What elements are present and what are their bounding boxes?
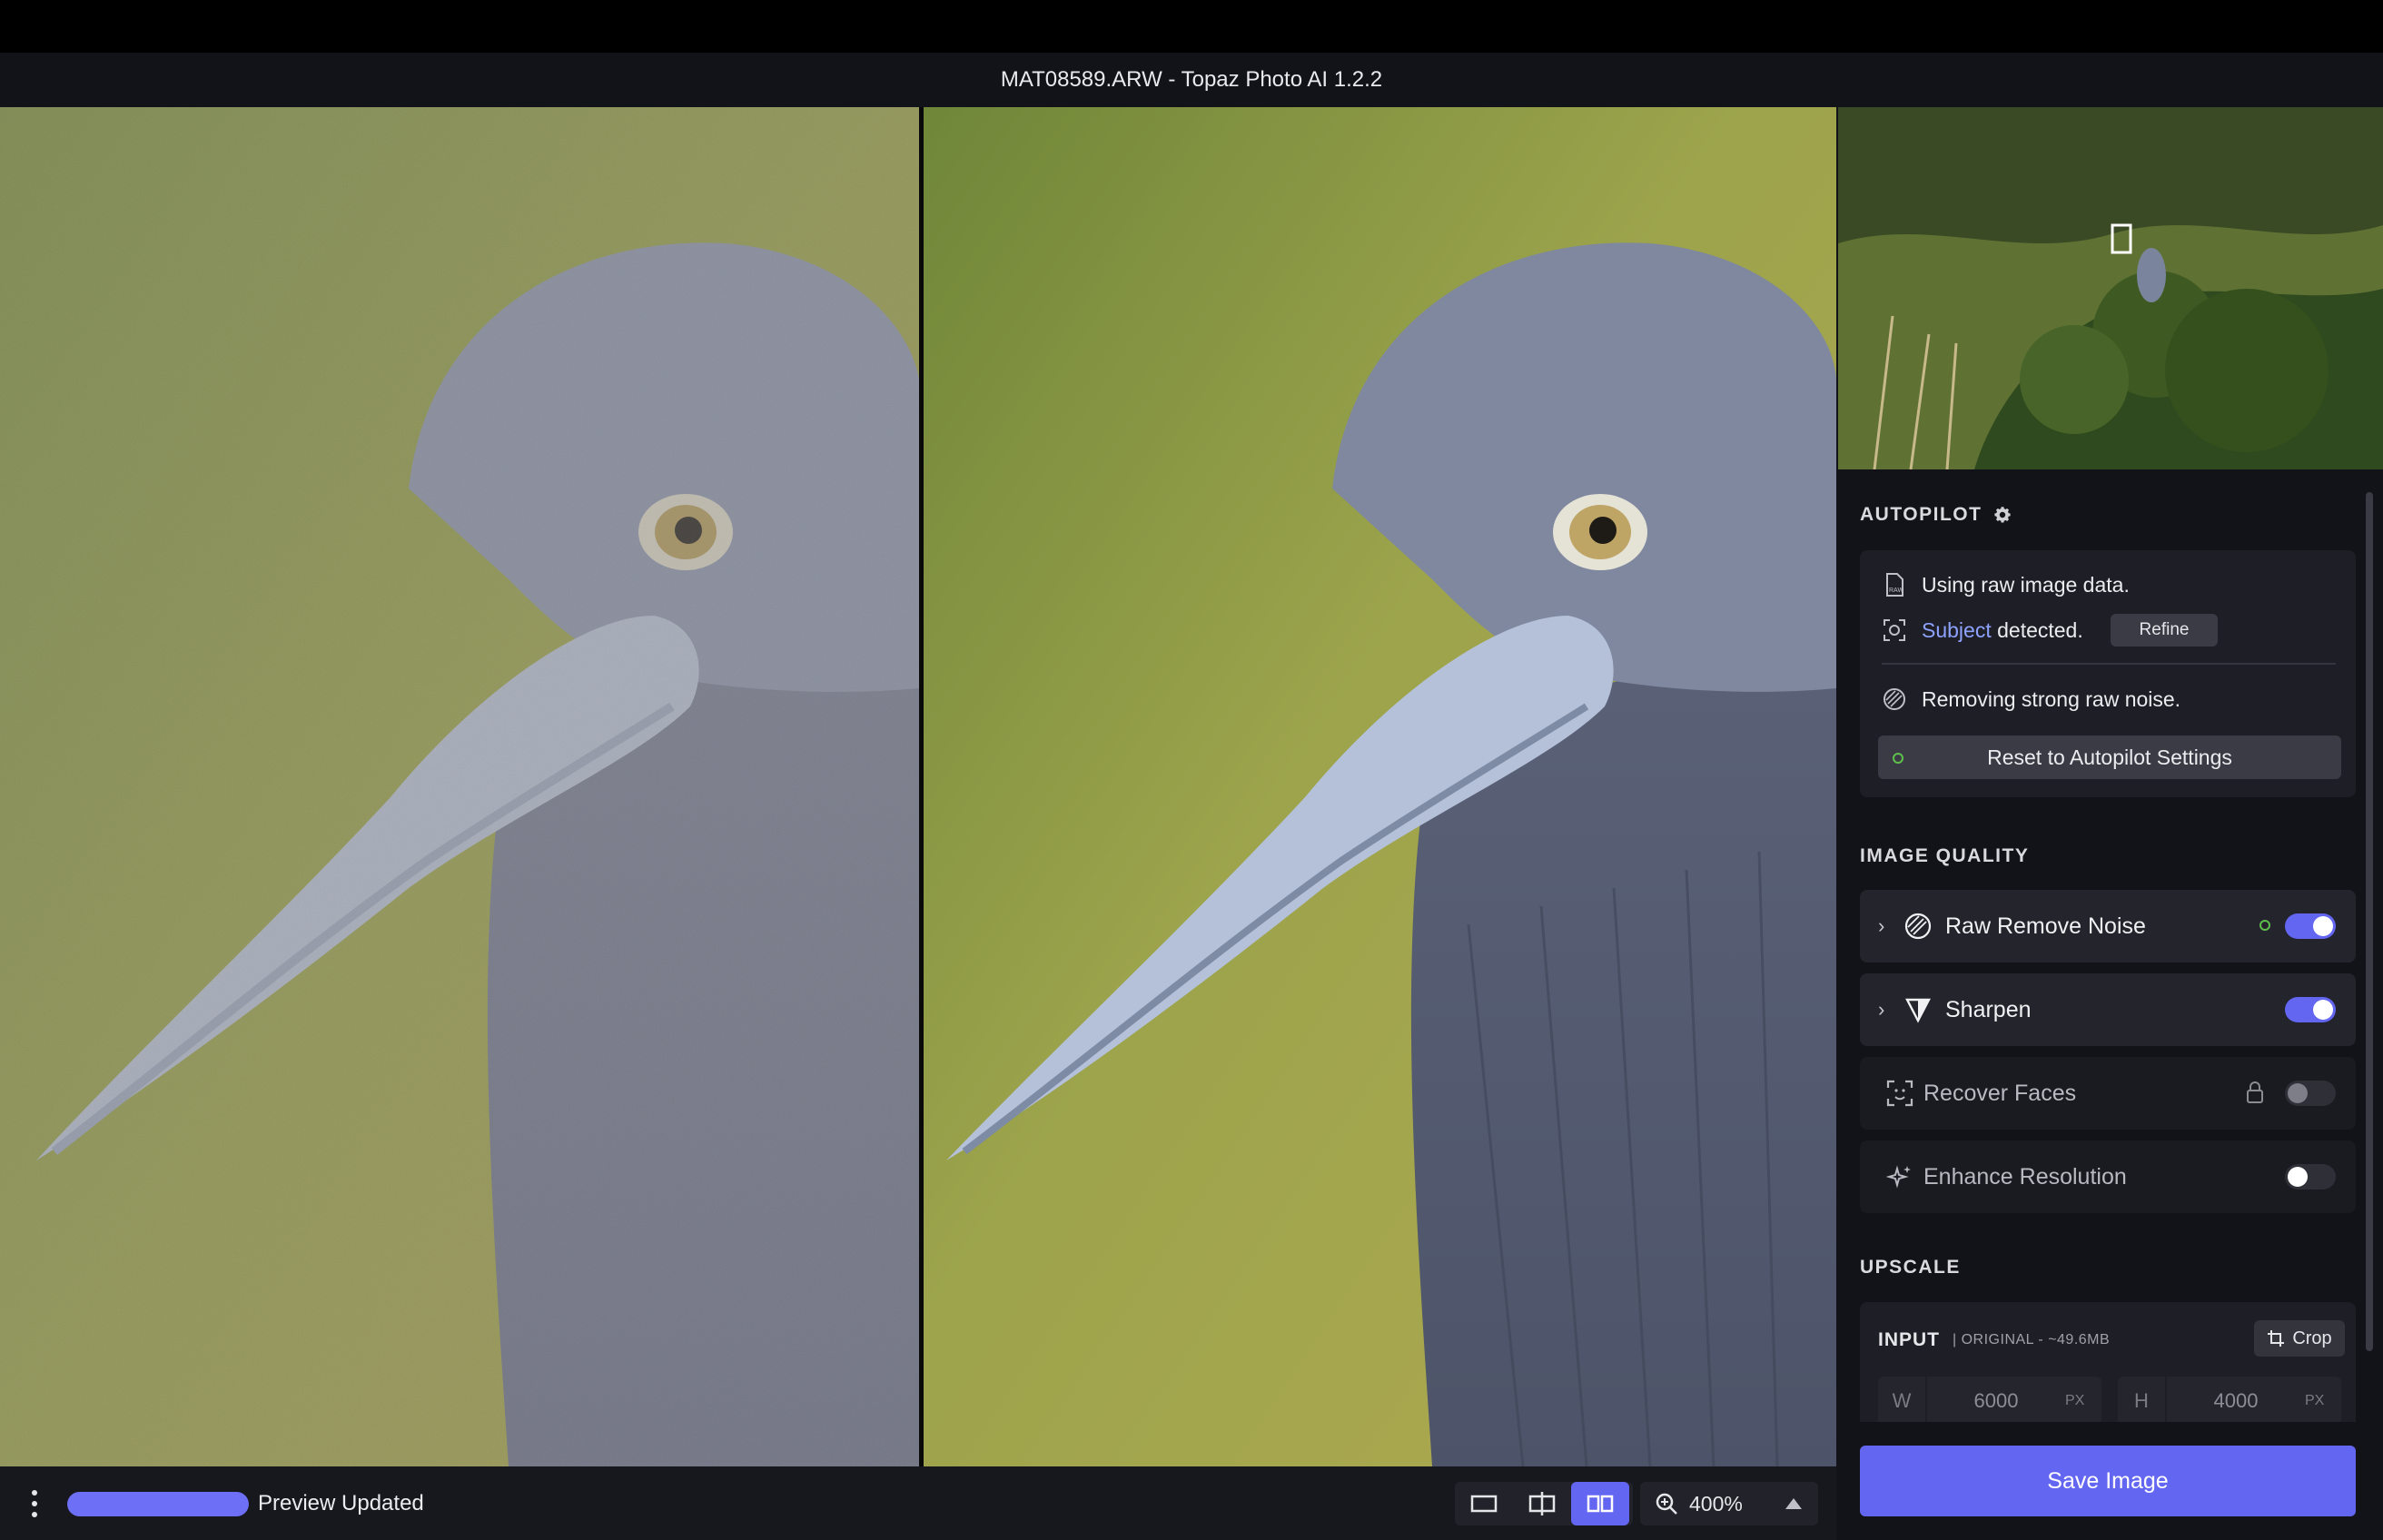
height-key: H <box>2118 1377 2167 1426</box>
height-value: 4000 <box>2213 1389 2259 1412</box>
zoom-icon <box>1656 1493 1677 1515</box>
feature-enhance-resolution[interactable]: Enhance Resolution <box>1860 1140 2356 1213</box>
image-quality-title: IMAGE QUALITY <box>1860 845 2030 866</box>
chevron-right-icon[interactable]: › <box>1860 914 1896 938</box>
height-field[interactable]: H 4000 PX <box>2118 1377 2341 1426</box>
reset-autopilot-button[interactable]: Reset to Autopilot Settings <box>1878 735 2341 779</box>
noise-icon <box>1896 912 1940 941</box>
zoom-caret-icon[interactable] <box>1785 1498 1802 1509</box>
height-unit: PX <box>2305 1393 2325 1408</box>
preview-status: Preview Updated <box>258 1491 424 1515</box>
zoom-level: 400% <box>1689 1491 1743 1515</box>
chevron-right-icon[interactable]: › <box>1860 998 1896 1022</box>
zoom-control[interactable]: 400% <box>1640 1482 1818 1525</box>
feature-label: Recover Faces <box>1923 1080 2077 1106</box>
width-field[interactable]: W 6000 PX <box>1878 1377 2101 1426</box>
raw-data-text: Using raw image data. <box>1922 572 2130 597</box>
subject-detected-text: detected. <box>1997 617 2083 642</box>
feature-raw-remove-noise[interactable]: › Raw Remove Noise <box>1860 890 2356 962</box>
raw-file-icon: RAW <box>1882 572 1907 597</box>
autopilot-separator <box>1882 663 2336 665</box>
width-key: W <box>1878 1377 1927 1426</box>
view-mode-switcher <box>1455 1482 1633 1525</box>
face-icon <box>1878 1080 1922 1107</box>
subject-icon <box>1882 617 1907 643</box>
save-image-button[interactable]: Save Image <box>1860 1446 2356 1516</box>
autopilot-title: AUTOPILOT <box>1860 504 2012 526</box>
noise-message: Removing strong raw noise. <box>1922 686 2181 711</box>
subject-link[interactable]: Subject <box>1922 618 1992 642</box>
navigator-thumbnail[interactable] <box>1838 107 2383 469</box>
right-sidebar: AUTOPILOT RAW Using raw image data. Subj… <box>1836 107 2383 1540</box>
processed-preview[interactable] <box>924 107 1836 1466</box>
feature-recover-faces[interactable]: Recover Faces <box>1860 1057 2356 1130</box>
input-size-info: | ORIGINAL - ~49.6MB <box>1953 1332 2111 1348</box>
side-by-side-view-button[interactable] <box>1571 1482 1629 1525</box>
raw-remove-noise-toggle[interactable] <box>2285 913 2336 939</box>
lock-icon <box>2245 1081 2265 1111</box>
split-view-icon <box>1528 1492 1556 1515</box>
more-menu-icon[interactable] <box>16 1481 53 1526</box>
autopilot-title-text: AUTOPILOT <box>1860 504 1983 525</box>
crop-label: Crop <box>2292 1328 2332 1348</box>
width-unit: PX <box>2065 1393 2085 1408</box>
recover-faces-toggle[interactable] <box>2285 1081 2336 1106</box>
sharpen-icon <box>1896 996 1940 1023</box>
single-view-icon <box>1470 1495 1498 1513</box>
sidebar-scrollbar[interactable] <box>2366 492 2373 1351</box>
feature-label: Enhance Resolution <box>1923 1163 2127 1190</box>
raw-data-row: RAW Using raw image data. <box>1882 572 2130 597</box>
single-view-button[interactable] <box>1455 1482 1513 1525</box>
upscale-title: UPSCALE <box>1860 1257 1961 1278</box>
enhance-resolution-toggle[interactable] <box>2285 1164 2336 1190</box>
image-viewer[interactable] <box>0 107 1836 1466</box>
noise-row: Removing strong raw noise. <box>1882 686 2180 712</box>
side-by-side-icon <box>1587 1495 1614 1513</box>
crop-icon <box>2268 1330 2285 1347</box>
sparkle-icon <box>1878 1163 1922 1190</box>
crop-button[interactable]: Crop <box>2254 1320 2345 1357</box>
refine-button[interactable]: Refine <box>2111 614 2218 647</box>
svg-text:RAW: RAW <box>1889 587 1903 594</box>
subject-row: Subject detected. <box>1882 617 2083 643</box>
autopilot-status-dot <box>1893 753 1903 764</box>
width-value: 6000 <box>1973 1389 2019 1412</box>
original-preview[interactable] <box>0 107 919 1466</box>
sharpen-toggle[interactable] <box>2285 997 2336 1022</box>
autopilot-card: RAW Using raw image data. Subject detect… <box>1860 550 2356 797</box>
progress-bar <box>67 1492 249 1516</box>
window-title: MAT08589.ARW - Topaz Photo AI 1.2.2 <box>0 53 2383 107</box>
feature-sharpen[interactable]: › Sharpen <box>1860 973 2356 1046</box>
reset-autopilot-label: Reset to Autopilot Settings <box>1987 745 2232 769</box>
bottom-toolbar: Preview Updated 400% <box>0 1466 1836 1540</box>
feature-label: Sharpen <box>1945 996 2032 1022</box>
input-label: INPUT <box>1878 1329 1940 1350</box>
noise-icon <box>1882 686 1907 712</box>
feature-label: Raw Remove Noise <box>1945 913 2146 939</box>
autopilot-indicator-dot <box>2259 920 2270 931</box>
os-top-bar <box>0 0 2383 53</box>
split-view-button[interactable] <box>1513 1482 1571 1525</box>
gear-icon[interactable] <box>1992 505 2012 525</box>
